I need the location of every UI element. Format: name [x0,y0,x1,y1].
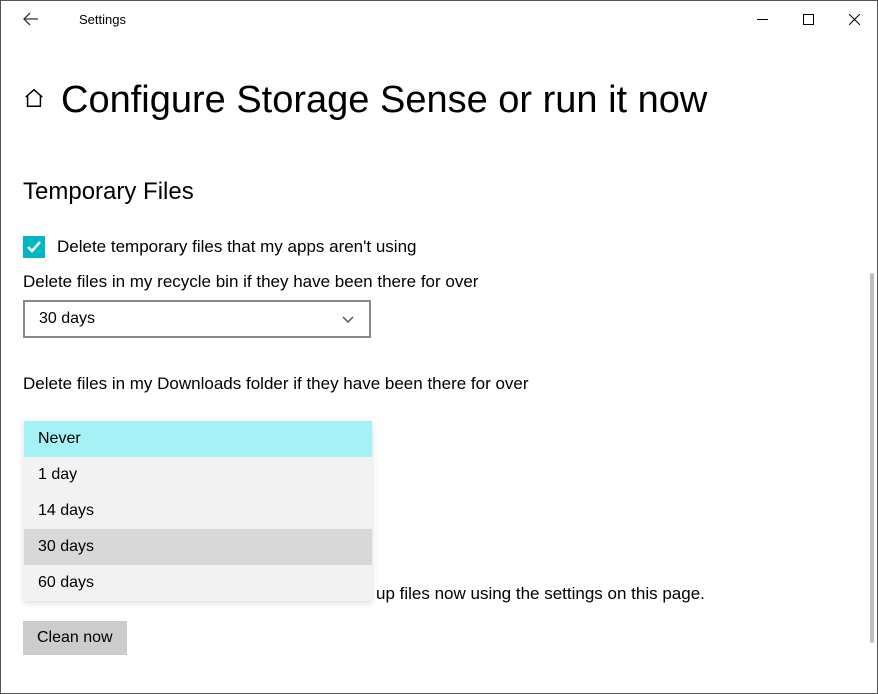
downloads-dropdown-list[interactable]: Never1 day14 days30 days60 days [24,421,372,601]
chevron-down-icon [341,312,355,326]
scrollbar[interactable] [870,273,874,643]
maximize-button[interactable] [785,1,831,37]
window-controls [739,1,877,37]
section-heading: Temporary Files [23,178,855,206]
checkbox-label: Delete temporary files that my apps aren… [57,237,416,257]
back-button[interactable] [11,1,51,37]
recycle-bin-value: 30 days [39,310,95,328]
downloads-label: Delete files in my Downloads folder if t… [23,374,855,394]
minimize-icon [757,14,768,25]
page-header: Configure Storage Sense or run it now [23,79,855,122]
titlebar: Settings [1,1,877,37]
page-title: Configure Storage Sense or run it now [61,79,707,122]
dropdown-option[interactable]: 30 days [24,529,372,565]
dropdown-option[interactable]: 60 days [24,565,372,601]
back-arrow-icon [23,11,39,27]
close-icon [849,14,860,25]
dropdown-option[interactable]: 14 days [24,493,372,529]
checkmark-icon [26,239,42,255]
close-button[interactable] [831,1,877,37]
dropdown-option[interactable]: 1 day [24,457,372,493]
minimize-button[interactable] [739,1,785,37]
checkbox-delete-temp[interactable]: Delete temporary files that my apps aren… [23,236,855,258]
recycle-bin-dropdown[interactable]: 30 days [23,300,371,338]
recycle-bin-label: Delete files in my recycle bin if they h… [23,272,855,292]
checkbox-box[interactable] [23,236,45,258]
maximize-icon [803,14,814,25]
home-icon[interactable] [23,87,45,114]
window-title: Settings [79,12,126,27]
dropdown-option[interactable]: Never [24,421,372,457]
clean-now-button[interactable]: Clean now [23,621,127,655]
content-area: Configure Storage Sense or run it now Te… [1,37,877,394]
free-up-text-partial: up files now using the settings on this … [376,584,705,604]
